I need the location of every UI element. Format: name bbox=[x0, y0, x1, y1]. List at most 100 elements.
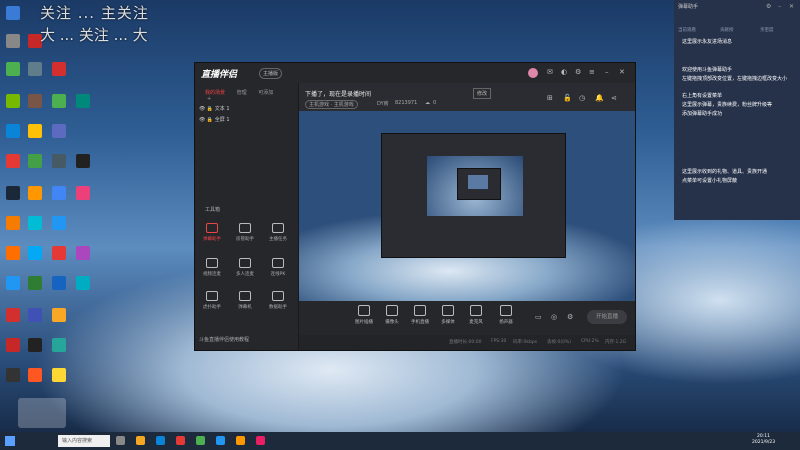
eye-icon[interactable]: 👁 🔒 bbox=[199, 106, 213, 112]
settings-icon[interactable]: ⚙ bbox=[766, 3, 771, 10]
desktop-icon[interactable] bbox=[52, 124, 66, 138]
desktop-icon[interactable] bbox=[6, 246, 20, 260]
app-icon[interactable] bbox=[176, 436, 185, 445]
clock-icon[interactable]: ◷ bbox=[579, 94, 585, 102]
desktop-icon[interactable] bbox=[6, 338, 20, 352]
start-live-button[interactable]: 开始直播 bbox=[587, 310, 627, 324]
settings-icon[interactable]: ⚙ bbox=[575, 68, 581, 76]
tool-hupu[interactable]: 虎扑助手 bbox=[199, 291, 225, 310]
desktop-icon[interactable] bbox=[52, 308, 66, 322]
desktop-icon[interactable] bbox=[52, 338, 66, 352]
desktop-icon[interactable] bbox=[28, 154, 42, 168]
app-icon[interactable] bbox=[196, 436, 205, 445]
tool-data[interactable]: 数据助手 bbox=[265, 291, 291, 310]
desktop-icon[interactable] bbox=[52, 154, 66, 168]
close-icon[interactable]: ✕ bbox=[789, 3, 794, 10]
desktop-icon[interactable] bbox=[52, 186, 66, 200]
modify-button[interactable]: 修改 bbox=[473, 88, 492, 99]
lock-icon[interactable]: 🔓 bbox=[563, 94, 572, 102]
gear-icon[interactable]: ⚙ bbox=[567, 313, 573, 321]
desktop-icon[interactable] bbox=[52, 62, 66, 76]
tool-video-link[interactable]: 视频连麦 bbox=[199, 258, 225, 277]
windows-start-icon[interactable] bbox=[5, 436, 15, 446]
desktop-icon[interactable] bbox=[6, 62, 20, 76]
tool-danmu[interactable]: 弹幕助手 bbox=[199, 223, 225, 242]
mobile-live-button[interactable]: 手机直播 bbox=[407, 305, 433, 325]
close-icon[interactable]: ✕ bbox=[619, 68, 625, 76]
desktop-icon[interactable] bbox=[76, 94, 90, 108]
desktop-icon[interactable] bbox=[6, 94, 20, 108]
desktop-icon[interactable] bbox=[52, 216, 66, 230]
media-button[interactable]: 多媒体 bbox=[435, 305, 461, 325]
desktop-icon[interactable] bbox=[76, 186, 90, 200]
tool-multi-link[interactable]: 多人连麦 bbox=[232, 258, 258, 277]
category-tag[interactable]: 主机游戏 · 主机游戏 bbox=[305, 100, 358, 109]
desktop-icon[interactable] bbox=[28, 308, 42, 322]
desktop-icon[interactable] bbox=[28, 62, 42, 76]
tool-pk[interactable]: 连线PK bbox=[265, 258, 291, 277]
desktop-icon[interactable] bbox=[28, 246, 42, 260]
desktop-icon[interactable] bbox=[28, 276, 42, 290]
desktop-icon[interactable] bbox=[52, 94, 66, 108]
desktop-icon[interactable] bbox=[28, 338, 42, 352]
tab-add[interactable]: 可添加 bbox=[258, 89, 273, 96]
desktop-icon[interactable] bbox=[28, 124, 42, 138]
bell-icon[interactable]: 🔔 bbox=[595, 94, 604, 102]
desktop-icon[interactable] bbox=[52, 368, 66, 382]
camera-button[interactable]: 摄像头 bbox=[379, 305, 405, 325]
desktop-icon[interactable] bbox=[6, 308, 20, 322]
desktop-icon[interactable] bbox=[6, 368, 20, 382]
system-clock[interactable]: 20:11 2021/9/23 bbox=[752, 434, 775, 446]
tutorial-link[interactable]: 斗鱼直播伴侣使用教程 bbox=[199, 336, 249, 343]
desktop-icon[interactable] bbox=[52, 246, 66, 260]
eye-icon[interactable]: 👁 🔒 bbox=[199, 117, 213, 123]
microphone-button[interactable]: 麦克风 bbox=[463, 305, 489, 325]
panel-message: 点菜单可设置小礼物屏蔽 bbox=[682, 178, 738, 184]
search-input[interactable]: 输入内容搜索 bbox=[58, 435, 110, 447]
minimize-icon[interactable]: – bbox=[605, 68, 609, 76]
desktop-icon[interactable] bbox=[6, 186, 20, 200]
eye-icon[interactable]: ◎ bbox=[551, 313, 557, 321]
app-icon[interactable] bbox=[236, 436, 245, 445]
desktop-icon[interactable] bbox=[76, 154, 90, 168]
speaker-button[interactable]: 扬声器 bbox=[493, 305, 519, 325]
tool-danmu-machine[interactable]: 弹幕机 bbox=[232, 291, 258, 310]
share-icon[interactable]: ⋖ bbox=[611, 94, 617, 102]
tab-manage[interactable]: 管理 bbox=[237, 89, 247, 96]
desktop-icon[interactable] bbox=[76, 246, 90, 260]
desktop-icon[interactable] bbox=[6, 6, 20, 20]
tab-scenes[interactable]: 我的场景 bbox=[205, 89, 225, 96]
tool-room-admin[interactable]: 房管助手 bbox=[232, 223, 258, 242]
desktop-icon[interactable] bbox=[28, 186, 42, 200]
desktop-icon[interactable] bbox=[6, 154, 20, 168]
image-insert-button[interactable]: 图片插播 bbox=[351, 305, 377, 325]
minimize-icon[interactable]: – bbox=[778, 3, 781, 10]
source-row[interactable]: 👁 🔒 文本 1 bbox=[199, 105, 230, 112]
desktop-icon[interactable] bbox=[6, 34, 20, 48]
desktop-icon[interactable] bbox=[6, 216, 20, 230]
stream-preview[interactable] bbox=[299, 111, 635, 301]
desktop-icon[interactable] bbox=[28, 94, 42, 108]
app-icon[interactable] bbox=[256, 436, 265, 445]
source-row[interactable]: 👁 🔒 全屏 1 bbox=[199, 116, 230, 123]
desktop-icon[interactable] bbox=[76, 276, 90, 290]
skin-icon[interactable]: ◐ bbox=[561, 68, 567, 76]
desktop-icon[interactable] bbox=[52, 276, 66, 290]
task-view-icon[interactable] bbox=[116, 436, 125, 445]
file-explorer-icon[interactable] bbox=[136, 436, 145, 445]
edge-icon[interactable] bbox=[156, 436, 165, 445]
avatar[interactable] bbox=[528, 68, 538, 78]
desktop-icon[interactable] bbox=[28, 368, 42, 382]
tool-tasks[interactable]: 主播任务 bbox=[265, 223, 291, 242]
camera-record-icon[interactable]: ▭ bbox=[535, 313, 542, 321]
add-icon[interactable]: + bbox=[207, 96, 211, 102]
mail-icon[interactable]: ✉ bbox=[547, 68, 553, 76]
record-icon[interactable]: ⊞ bbox=[547, 94, 553, 102]
desktop-icon[interactable] bbox=[6, 124, 20, 138]
desktop-icon[interactable] bbox=[6, 276, 20, 290]
edition-badge[interactable]: 主播版 bbox=[259, 68, 283, 79]
menu-icon[interactable]: ≡ bbox=[589, 68, 595, 76]
title-bar[interactable]: 直播伴侣 主播版 ✉ ◐ ⚙ ≡ – ✕ bbox=[195, 63, 635, 83]
desktop-icon[interactable] bbox=[28, 216, 42, 230]
app-icon[interactable] bbox=[216, 436, 225, 445]
